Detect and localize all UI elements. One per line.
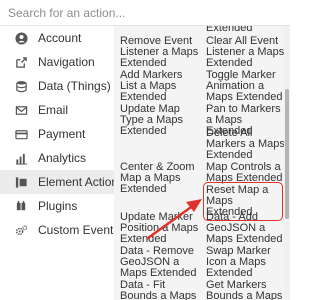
envelope-icon [14,103,28,117]
action-remove-event-listener[interactable]: Remove Event Listener a Maps Extended [120,36,200,69]
action-swap-marker-icon[interactable]: Swap Marker Icon a Maps Extended [206,246,286,279]
bar-chart-icon [14,151,28,165]
sidebar-item-account[interactable]: Account [0,26,114,50]
user-icon [14,31,28,45]
sidebar-item-navigation[interactable]: Navigation [0,50,114,74]
action-update-map-type[interactable]: Update Map Type a Maps Extended [120,104,200,137]
action-center-zoom-map[interactable]: Center & Zoom Map a Maps Extended [120,162,200,195]
action-update-marker-position[interactable]: Update Marker Position a Maps Extended [120,212,200,245]
sidebar-item-label: Email [38,103,69,117]
actions-scrollbar[interactable] [284,26,290,300]
sidebar-item-plugins[interactable]: Plugins [0,194,114,218]
action-data-fit-bounds[interactable]: Data - Fit Bounds a Maps Extended [120,280,200,300]
sidebar-item-custom-events[interactable]: Custom Events [0,218,119,242]
sidebar-item-analytics[interactable]: Analytics [0,146,114,170]
action-data-add-geojson[interactable]: Data - Add GeoJSON a Maps Extended [206,212,286,245]
action-get-markers-bounds[interactable]: Get Markers Bounds a Maps Extended [206,280,286,300]
actions-panel: Extended Remove Event Listener a Maps Ex… [114,26,290,300]
sidebar-item-label: Account [38,31,82,45]
sidebar-item-payment[interactable]: Payment [0,122,114,146]
action-partial-top[interactable]: Extended [206,26,286,34]
sidebar-item-label: Navigation [38,55,95,69]
element-actions-icon [14,175,28,189]
category-sidebar: Account Navigation Data (Things) Email P… [0,26,124,300]
action-delete-all-markers[interactable]: Delete All Markers a Maps Extended [206,128,286,161]
external-link-icon [14,55,28,69]
action-search-bar [0,0,290,26]
sidebar-item-label: Element Actions [38,175,125,189]
sidebar-item-email[interactable]: Email [0,98,114,122]
sidebar-item-label: Custom Events [38,223,120,237]
sidebar-item-label: Data (Things) [38,79,111,93]
sidebar-item-element-actions[interactable]: Element Actions [0,170,124,194]
action-data-remove-geojson[interactable]: Data - Remove GeoJSON a Maps Extended [120,246,200,279]
sidebar-item-label: Payment [38,127,86,141]
action-search-input[interactable] [0,0,290,26]
credit-card-icon [14,127,28,141]
action-map-controls[interactable]: Map Controls a Maps Extended [206,162,286,184]
database-icon [14,79,28,93]
sidebar-item-label: Analytics [38,151,87,165]
action-clear-all-event-listener[interactable]: Clear All Event Listener a Maps Extended [206,36,286,69]
plugin-icon [14,199,28,213]
action-toggle-marker-animation[interactable]: Toggle Marker Animation a Maps Extended [206,70,286,103]
sidebar-item-data-things[interactable]: Data (Things) [0,74,114,98]
scrollbar-thumb[interactable] [285,89,289,219]
gears-icon [14,223,28,237]
action-add-markers-list[interactable]: Add Markers List a Maps Extended [120,70,200,103]
sidebar-item-label: Plugins [38,199,78,213]
